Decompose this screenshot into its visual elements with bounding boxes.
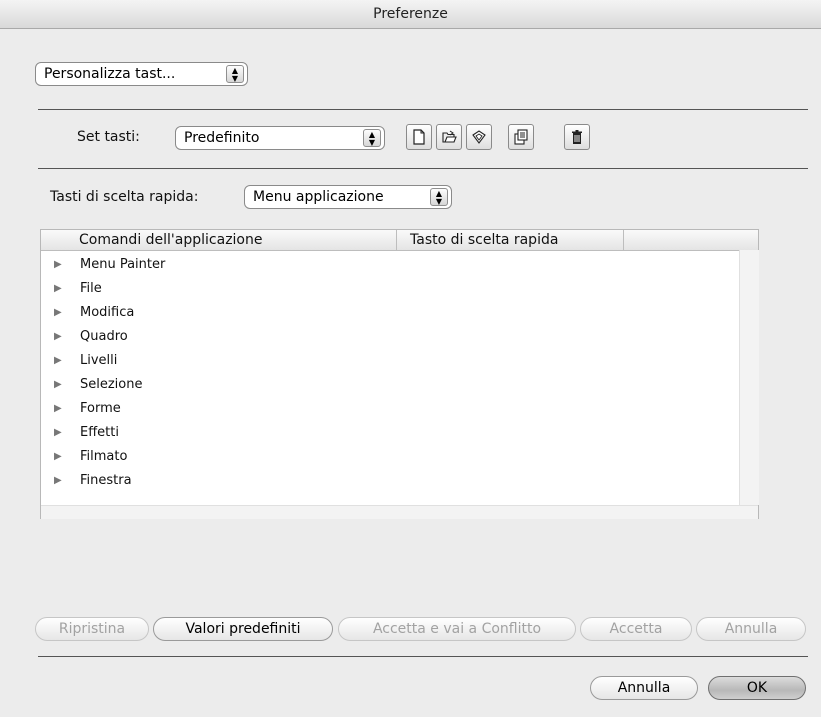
column-header-commands[interactable]: Comandi dell'applicazione <box>41 230 397 250</box>
vertical-scrollbar[interactable] <box>739 250 759 505</box>
valori-predefiniti-button[interactable]: Valori predefiniti <box>153 617 333 641</box>
new-keyset-button[interactable] <box>406 124 432 150</box>
keyset-label: Set tasti: <box>77 129 140 145</box>
annulla-section-button[interactable]: Annulla <box>696 617 806 641</box>
trash-icon <box>572 130 582 144</box>
save-keyset-button[interactable] <box>466 124 492 150</box>
open-folder-icon <box>442 130 457 143</box>
column-header-shortcut[interactable]: Tasto di scelta rapida <box>397 230 624 250</box>
window-title: Preferenze <box>0 0 821 29</box>
column-header-empty <box>624 230 758 250</box>
separator-bottom <box>38 656 808 657</box>
table-row[interactable]: ▶ Finestra <box>41 469 739 493</box>
table-row[interactable]: ▶ Filmato <box>41 445 739 469</box>
disclosure-triangle-icon[interactable]: ▶ <box>54 325 62 349</box>
disclosure-triangle-icon[interactable]: ▶ <box>54 349 62 373</box>
table-row[interactable]: ▶ Effetti <box>41 421 739 445</box>
preferences-window: Preferenze Personalizza tast... ▲ ▼ Set t… <box>0 0 821 717</box>
table-row[interactable]: ▶ Selezione <box>41 373 739 397</box>
disclosure-triangle-icon[interactable]: ▶ <box>54 421 62 445</box>
popup-arrows-icon: ▲ ▼ <box>430 188 448 206</box>
open-keyset-button[interactable] <box>436 124 462 150</box>
row-label: Forme <box>80 401 121 416</box>
disclosure-triangle-icon[interactable]: ▶ <box>54 397 62 421</box>
row-label: Quadro <box>80 329 128 344</box>
cancel-button[interactable]: Annulla <box>590 676 698 700</box>
row-label: Modifica <box>80 305 135 320</box>
popup-arrows-icon: ▲ ▼ <box>363 129 381 147</box>
table-row[interactable]: ▶ Livelli <box>41 349 739 373</box>
table-header: Comandi dell'applicazione Tasto di scelt… <box>41 230 758 251</box>
disclosure-triangle-icon[interactable]: ▶ <box>54 445 62 469</box>
disclosure-triangle-icon[interactable]: ▶ <box>54 277 62 301</box>
row-label: Menu Painter <box>80 257 166 272</box>
shortcuts-table: Comandi dell'applicazione Tasto di scelt… <box>40 229 759 519</box>
disclosure-triangle-icon[interactable]: ▶ <box>54 253 62 277</box>
preferences-section-popup[interactable]: Personalizza tast... ▲ ▼ <box>35 62 248 86</box>
table-row[interactable]: ▶ Forme <box>41 397 739 421</box>
row-label: Effetti <box>80 425 119 440</box>
disclosure-triangle-icon[interactable]: ▶ <box>54 373 62 397</box>
ok-button[interactable]: OK <box>708 676 806 700</box>
table-row[interactable]: ▶ Modifica <box>41 301 739 325</box>
shortcuts-category-popup[interactable]: Menu applicazione ▲ ▼ <box>244 185 452 209</box>
keyset-popup[interactable]: Predefinito ▲ ▼ <box>175 126 385 150</box>
ripristina-button[interactable]: Ripristina <box>35 617 149 641</box>
table-row[interactable]: ▶ Quadro <box>41 325 739 349</box>
duplicate-icon <box>514 129 528 145</box>
separator-top <box>38 109 808 110</box>
keyset-value: Predefinito <box>184 130 260 146</box>
table-row[interactable]: ▶ File <box>41 277 739 301</box>
row-label: Filmato <box>80 449 128 464</box>
accetta-button[interactable]: Accetta <box>580 617 692 641</box>
row-label: Selezione <box>80 377 143 392</box>
delete-keyset-button[interactable] <box>564 124 590 150</box>
new-document-icon <box>413 129 425 145</box>
disclosure-triangle-icon[interactable]: ▶ <box>54 301 62 325</box>
table-row[interactable]: ▶ Menu Painter <box>41 253 739 277</box>
disclosure-triangle-icon[interactable]: ▶ <box>54 469 62 493</box>
preferences-section-value: Personalizza tast... <box>44 66 176 82</box>
row-label: Livelli <box>80 353 118 368</box>
shortcuts-label: Tasti di scelta rapida: <box>50 189 199 205</box>
separator-middle <box>38 168 808 169</box>
row-label: Finestra <box>80 473 132 488</box>
horizontal-scrollbar[interactable] <box>41 505 758 519</box>
shortcuts-category-value: Menu applicazione <box>253 189 384 205</box>
save-icon <box>472 130 486 144</box>
accetta-e-vai-a-conflitto-button[interactable]: Accetta e vai a Conflitto <box>338 617 576 641</box>
duplicate-keyset-button[interactable] <box>508 124 534 150</box>
row-label: File <box>80 281 102 296</box>
popup-arrows-icon: ▲ ▼ <box>226 65 244 83</box>
